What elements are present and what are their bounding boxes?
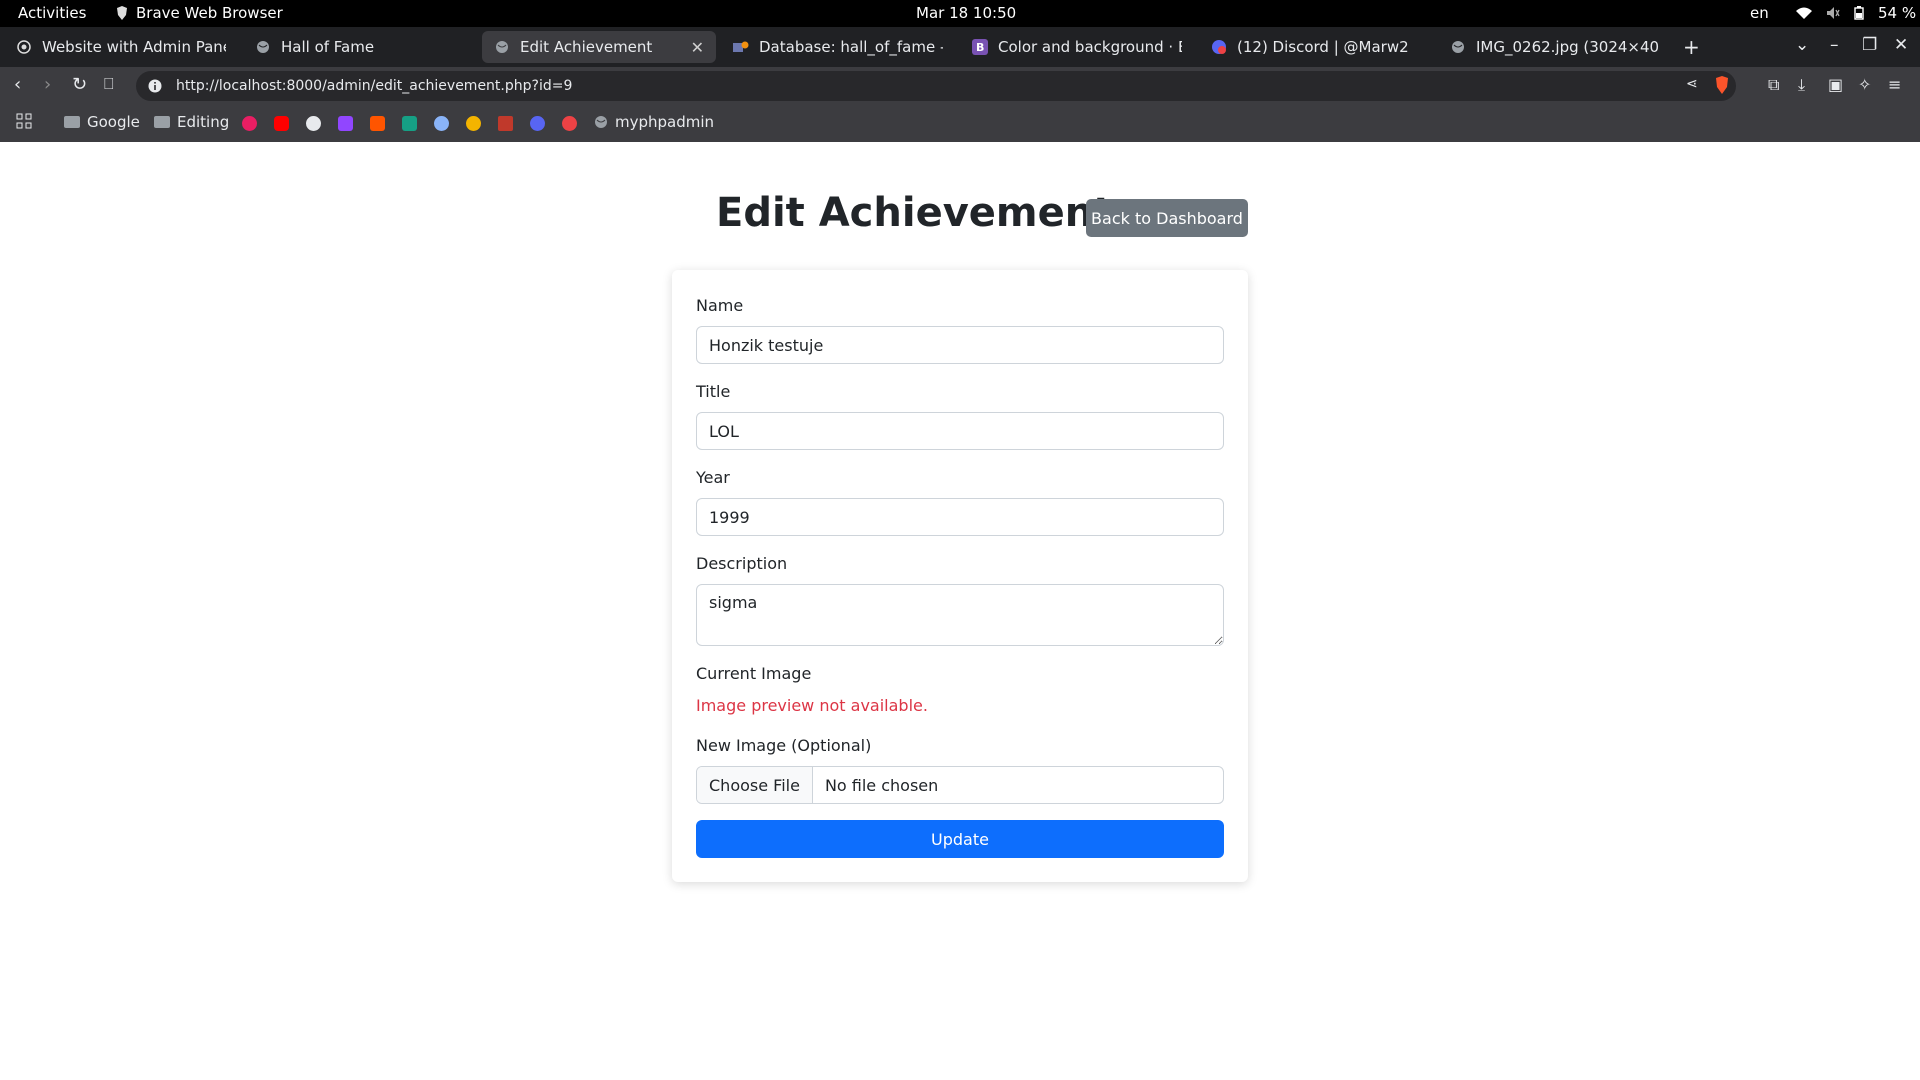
bookmark-folder-editing[interactable]: Editing bbox=[154, 113, 229, 131]
tab-title: Website with Admin Panel bbox=[42, 38, 226, 56]
forward-icon[interactable]: › bbox=[44, 74, 51, 95]
openai-icon[interactable] bbox=[306, 116, 321, 131]
tab-search-icon[interactable]: ⌄ bbox=[1795, 35, 1809, 55]
minimize-icon[interactable]: – bbox=[1830, 35, 1839, 55]
year-label: Year bbox=[696, 468, 730, 487]
file-status: No file chosen bbox=[824, 775, 939, 795]
tab-hall-of-fame[interactable]: Hall of Fame bbox=[243, 31, 477, 63]
restore-icon[interactable]: ❐ bbox=[1862, 35, 1877, 55]
bookmark-notification-icon[interactable] bbox=[562, 116, 577, 131]
youtube-icon[interactable] bbox=[274, 116, 289, 131]
download-icon[interactable]: ⤓ bbox=[1798, 75, 1805, 95]
system-tray[interactable]: 54 % bbox=[1796, 4, 1916, 22]
tab-title: Edit Achievement bbox=[520, 38, 653, 56]
bookmark-icon[interactable]: ⎕ bbox=[104, 74, 114, 94]
bookmark-bot-icon[interactable] bbox=[434, 116, 449, 131]
bootstrap-icon: B bbox=[972, 39, 988, 55]
info-icon bbox=[148, 79, 162, 93]
bookmark-discord-icon[interactable] bbox=[530, 116, 545, 131]
url-text: http://localhost:8000/admin/edit_achieve… bbox=[176, 78, 573, 94]
tab-bootstrap-docs[interactable]: B Color and background · Boo bbox=[960, 31, 1194, 63]
os-top-bar: Activities Brave Web Browser Mar 18 10:5… bbox=[0, 0, 1920, 27]
discord-icon bbox=[1211, 39, 1227, 55]
svg-text:B: B bbox=[976, 41, 984, 54]
tab-discord[interactable]: (12) Discord | @Marw2 bbox=[1199, 31, 1433, 63]
battery-icon bbox=[1854, 6, 1864, 20]
app-name: Brave Web Browser bbox=[136, 4, 283, 22]
new-tab-button[interactable]: + bbox=[1683, 35, 1700, 59]
sidebar-icon[interactable]: ▣ bbox=[1828, 75, 1843, 94]
tab-title: Color and background · Boo bbox=[998, 38, 1182, 56]
title-input[interactable] bbox=[696, 412, 1224, 450]
back-to-dashboard-button[interactable]: Back to Dashboard bbox=[1086, 199, 1248, 237]
year-input[interactable] bbox=[696, 498, 1224, 536]
tab-image[interactable]: IMG_0262.jpg (3024×4032) bbox=[1438, 31, 1672, 63]
new-image-label: New Image (Optional) bbox=[696, 736, 872, 755]
bookmark-calendar-icon[interactable] bbox=[498, 116, 513, 131]
apps-grid-icon[interactable] bbox=[16, 113, 32, 129]
globe-icon bbox=[255, 39, 271, 55]
share-icon[interactable]: ⋖ bbox=[1686, 76, 1698, 92]
globe-icon bbox=[595, 116, 607, 128]
name-label: Name bbox=[696, 296, 744, 315]
title-label: Title bbox=[696, 382, 731, 401]
wifi-icon bbox=[1796, 7, 1812, 19]
volume-muted-icon bbox=[1827, 7, 1840, 19]
address-bar[interactable]: http://localhost:8000/admin/edit_achieve… bbox=[136, 71, 1736, 101]
folder-icon bbox=[154, 116, 170, 128]
language-indicator[interactable]: en bbox=[1750, 4, 1769, 22]
bookmark-app-icon[interactable] bbox=[402, 116, 417, 131]
bookmark-label: Google bbox=[87, 113, 140, 131]
extensions-icon[interactable]: ⧉ bbox=[1768, 75, 1779, 95]
globe-icon bbox=[1450, 39, 1466, 55]
tab-title: (12) Discord | @Marw2 bbox=[1237, 38, 1409, 56]
active-app-indicator[interactable]: Brave Web Browser bbox=[116, 4, 283, 22]
tab-title: Database: hall_of_fame - Ad bbox=[759, 38, 943, 56]
page-title: Edit Achievement bbox=[716, 190, 1113, 236]
tab-database[interactable]: Database: hall_of_fame - Ad bbox=[721, 31, 955, 63]
tab-strip: Website with Admin Panel Hall of Fame Ed… bbox=[0, 27, 1920, 67]
tab-website-admin[interactable]: Website with Admin Panel bbox=[4, 31, 238, 63]
bookmark-color-icon[interactable] bbox=[466, 116, 481, 131]
tab-edit-achievement[interactable]: Edit Achievement ✕ bbox=[482, 31, 716, 63]
choose-file-button[interactable]: Choose File bbox=[697, 767, 813, 803]
bookmark-label: Editing bbox=[177, 113, 230, 131]
bookmark-label: myphpadmin bbox=[615, 113, 715, 131]
back-icon[interactable]: ‹ bbox=[14, 74, 21, 95]
description-label: Description bbox=[696, 554, 788, 573]
reload-icon[interactable]: ↻ bbox=[72, 74, 87, 95]
soundcloud-icon[interactable] bbox=[370, 116, 385, 131]
phpmyadmin-icon bbox=[733, 39, 749, 55]
tab-title: IMG_0262.jpg (3024×4032) bbox=[1476, 38, 1660, 56]
site-favicon-icon bbox=[16, 39, 32, 55]
image-preview-error: Image preview not available. bbox=[696, 696, 928, 715]
description-textarea[interactable]: sigma bbox=[696, 584, 1224, 646]
battery-level: 54 % bbox=[1878, 4, 1917, 22]
folder-icon bbox=[64, 116, 80, 128]
bookmark-folder-google[interactable]: Google bbox=[64, 113, 140, 131]
youtube-music-icon[interactable] bbox=[242, 116, 257, 131]
twitch-icon[interactable] bbox=[338, 116, 353, 131]
window-close-icon[interactable]: ✕ bbox=[1894, 35, 1908, 55]
close-icon[interactable]: ✕ bbox=[691, 38, 704, 57]
update-button[interactable]: Update bbox=[696, 820, 1224, 858]
bookmarks-bar: Google Editing myphpadmin bbox=[0, 105, 1920, 142]
globe-icon bbox=[494, 39, 510, 55]
clock[interactable]: Mar 18 10:50 bbox=[916, 4, 1016, 22]
current-image-label: Current Image bbox=[696, 664, 812, 683]
name-input[interactable] bbox=[696, 326, 1224, 364]
tab-title: Hall of Fame bbox=[281, 38, 375, 56]
file-input[interactable]: Choose File No file chosen bbox=[696, 766, 1224, 804]
edit-form-card: Name Title Year Description sigma Curren… bbox=[672, 270, 1248, 882]
leo-ai-icon[interactable]: ✧ bbox=[1858, 75, 1871, 94]
menu-icon[interactable]: ≡ bbox=[1888, 75, 1901, 94]
bookmark-myphpadmin[interactable]: myphpadmin bbox=[594, 113, 714, 131]
browser-toolbar: ‹ › ↻ ⎕ http://localhost:8000/admin/edit… bbox=[0, 67, 1920, 105]
brave-shields-icon[interactable] bbox=[1714, 76, 1730, 98]
activities-button[interactable]: Activities bbox=[18, 4, 86, 22]
brave-lion-icon bbox=[117, 6, 127, 20]
